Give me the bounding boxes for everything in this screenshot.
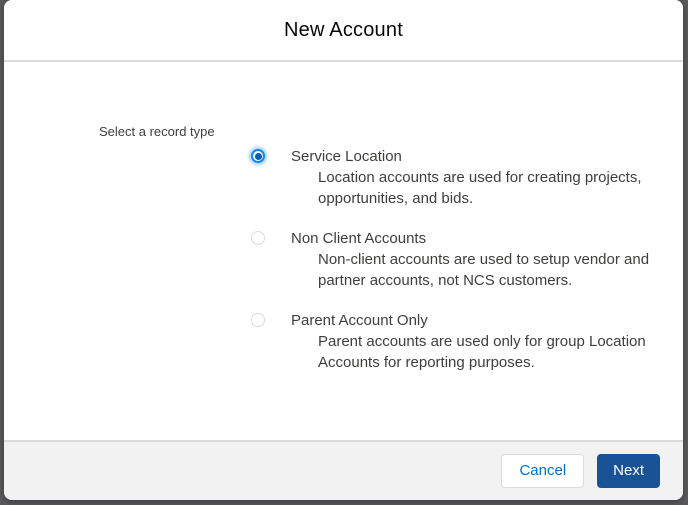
record-type-option-non-client-accounts[interactable]: Non Client Accounts Non-client accounts … [251,228,649,291]
option-title: Non Client Accounts [291,230,427,247]
next-button[interactable]: Next [597,454,660,488]
option-description: Location accounts are used for creating … [318,169,642,207]
modal-footer: Cancel Next [4,440,683,500]
record-type-form-row: Select a record type Service Location Lo… [4,62,683,392]
option-title: Service Location [291,148,402,165]
radio-button[interactable] [251,149,265,163]
record-type-label: Select a record type [99,124,215,139]
option-description: Non-client accounts are used to setup ve… [318,251,650,289]
record-type-option-parent-account-only[interactable]: Parent Account Only Parent accounts are … [251,310,649,373]
option-text: Service Location Location accounts are u… [291,146,642,209]
option-description: Parent accounts are used only for group … [318,333,646,371]
record-type-options: Service Location Location accounts are u… [251,121,649,392]
modal-header: New Account [4,0,683,62]
modal-title: New Account [284,18,403,41]
cancel-button[interactable]: Cancel [501,454,585,488]
record-type-option-service-location[interactable]: Service Location Location accounts are u… [251,146,649,209]
option-text: Parent Account Only Parent accounts are … [291,310,646,373]
radio-button[interactable] [251,313,265,327]
new-account-modal: New Account Select a record type Service… [4,0,683,500]
modal-body: Select a record type Service Location Lo… [4,62,683,440]
option-text: Non Client Accounts Non-client accounts … [291,228,649,291]
page-backdrop: { "colors": { "accent_blue": "#0070d2", … [0,0,688,505]
radio-button[interactable] [251,231,265,245]
option-title: Parent Account Only [291,312,428,329]
